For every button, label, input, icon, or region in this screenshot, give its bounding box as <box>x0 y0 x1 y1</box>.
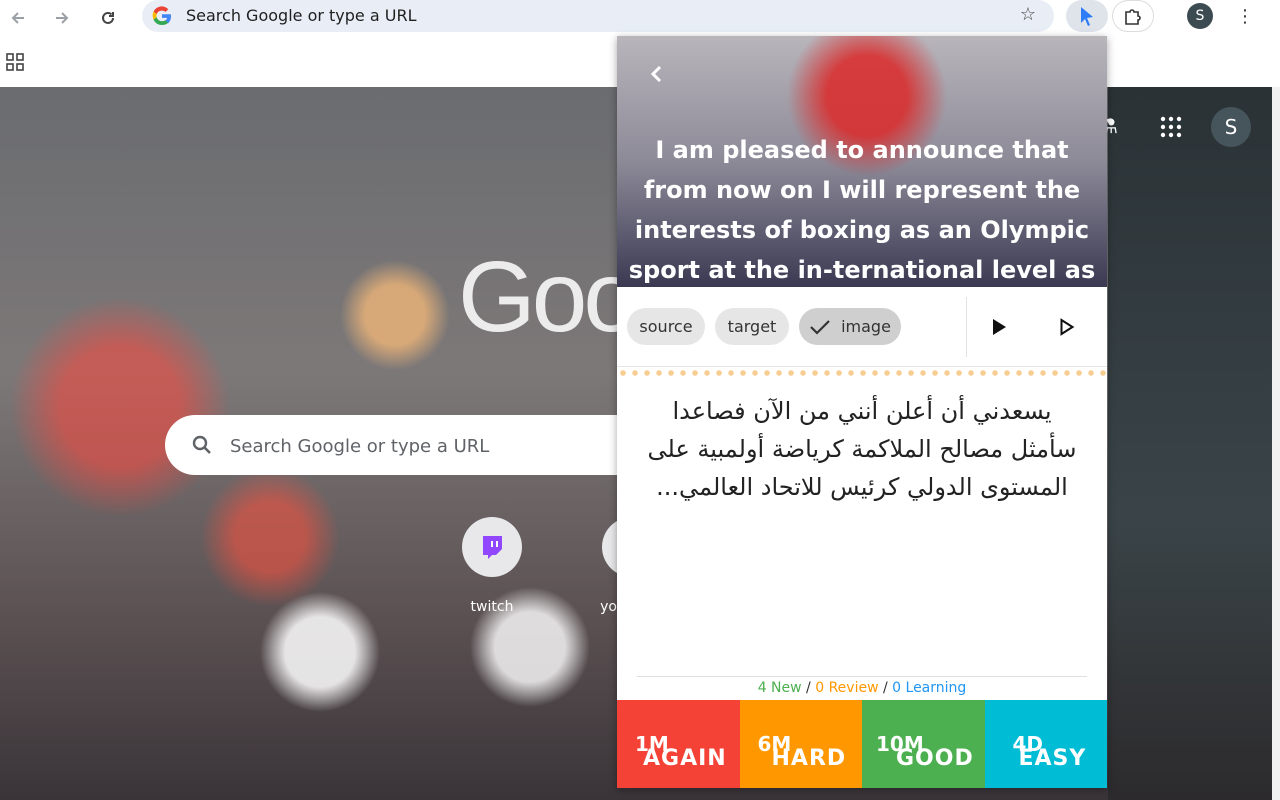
check-icon <box>810 319 830 335</box>
extensions-button[interactable] <box>1112 0 1154 32</box>
play-button[interactable] <box>985 313 1013 341</box>
easy-button[interactable]: 4D EASY <box>984 700 1107 788</box>
hard-label: HARD <box>771 746 847 771</box>
good-button[interactable]: 10M GOOD <box>862 700 985 788</box>
answer-buttons: 1M AGAIN 6M HARD 10M GOOD 4D EASY <box>617 700 1107 788</box>
easy-label: EASY <box>1018 746 1087 771</box>
back-arrow-icon[interactable] <box>4 4 32 32</box>
play-outline-icon <box>1060 318 1075 336</box>
newtab-profile-avatar[interactable]: S <box>1211 107 1251 147</box>
play-filled-icon <box>993 319 1006 335</box>
back-chevron-icon[interactable] <box>649 64 663 90</box>
hard-button[interactable]: 6M HARD <box>739 700 862 788</box>
browser-toolbar: Search Google or type a URL ☆ S ⋮ <box>0 0 1280 36</box>
apps-grid-icon[interactable] <box>6 53 24 71</box>
scrollbar[interactable] <box>1272 87 1280 800</box>
again-label: AGAIN <box>643 746 727 771</box>
puzzle-icon <box>1125 9 1141 25</box>
twitch-icon <box>483 536 502 559</box>
bookmark-star-icon[interactable]: ☆ <box>1020 4 1036 25</box>
play-slow-button[interactable] <box>1053 313 1081 341</box>
forward-arrow-icon[interactable] <box>48 4 76 32</box>
again-button[interactable]: 1M AGAIN <box>617 700 740 788</box>
shortcut-label-twitch: twitch <box>470 599 514 615</box>
target-text: يسعدني أن أعلن أنني من الآن فصاعدا سأمثل… <box>647 397 1077 501</box>
stat-review: 0 Review <box>815 680 879 696</box>
reload-icon[interactable] <box>94 4 122 32</box>
omnibox-text[interactable]: Search Google or type a URL <box>186 6 416 25</box>
stat-new: 4 New <box>757 680 802 696</box>
chip-target[interactable]: target <box>715 308 789 345</box>
search-placeholder[interactable]: Search Google or type a URL <box>230 436 489 457</box>
menu-kebab-icon[interactable]: ⋮ <box>1236 6 1254 27</box>
chip-image[interactable]: image <box>799 308 901 345</box>
google-logo: Goo <box>458 241 639 353</box>
flashcard-popup: I am pleased to announce that from now o… <box>617 36 1107 788</box>
shortcut-twitch[interactable] <box>462 517 522 577</box>
controls-divider <box>966 297 967 357</box>
good-label: GOOD <box>896 746 974 771</box>
stat-separator: / <box>801 680 816 696</box>
profile-avatar[interactable]: S <box>1187 3 1213 29</box>
search-icon <box>192 435 211 454</box>
google-apps-icon[interactable] <box>1160 116 1182 138</box>
google-g-icon <box>152 6 172 26</box>
stat-learning: 0 Learning <box>892 680 967 696</box>
card-stats: 4 New / 0 Review / 0 Learning <box>617 680 1107 696</box>
omnibox[interactable]: Search Google or type a URL ☆ <box>142 0 1054 32</box>
shortcut-label-second: yo <box>600 599 617 615</box>
extension-cursor-button[interactable] <box>1066 0 1108 32</box>
card-image: I am pleased to announce that from now o… <box>617 36 1107 324</box>
chip-image-label: image <box>841 317 891 336</box>
dotted-divider <box>617 369 1107 377</box>
cursor-icon <box>1081 7 1093 26</box>
stats-divider <box>637 676 1087 677</box>
newtab-search-box[interactable]: Search Google or type a URL <box>165 415 665 475</box>
chip-source[interactable]: source <box>627 308 705 345</box>
card-controls: source target image <box>617 287 1107 367</box>
stat-separator: / <box>878 680 893 696</box>
background-dark-region <box>1108 87 1272 800</box>
